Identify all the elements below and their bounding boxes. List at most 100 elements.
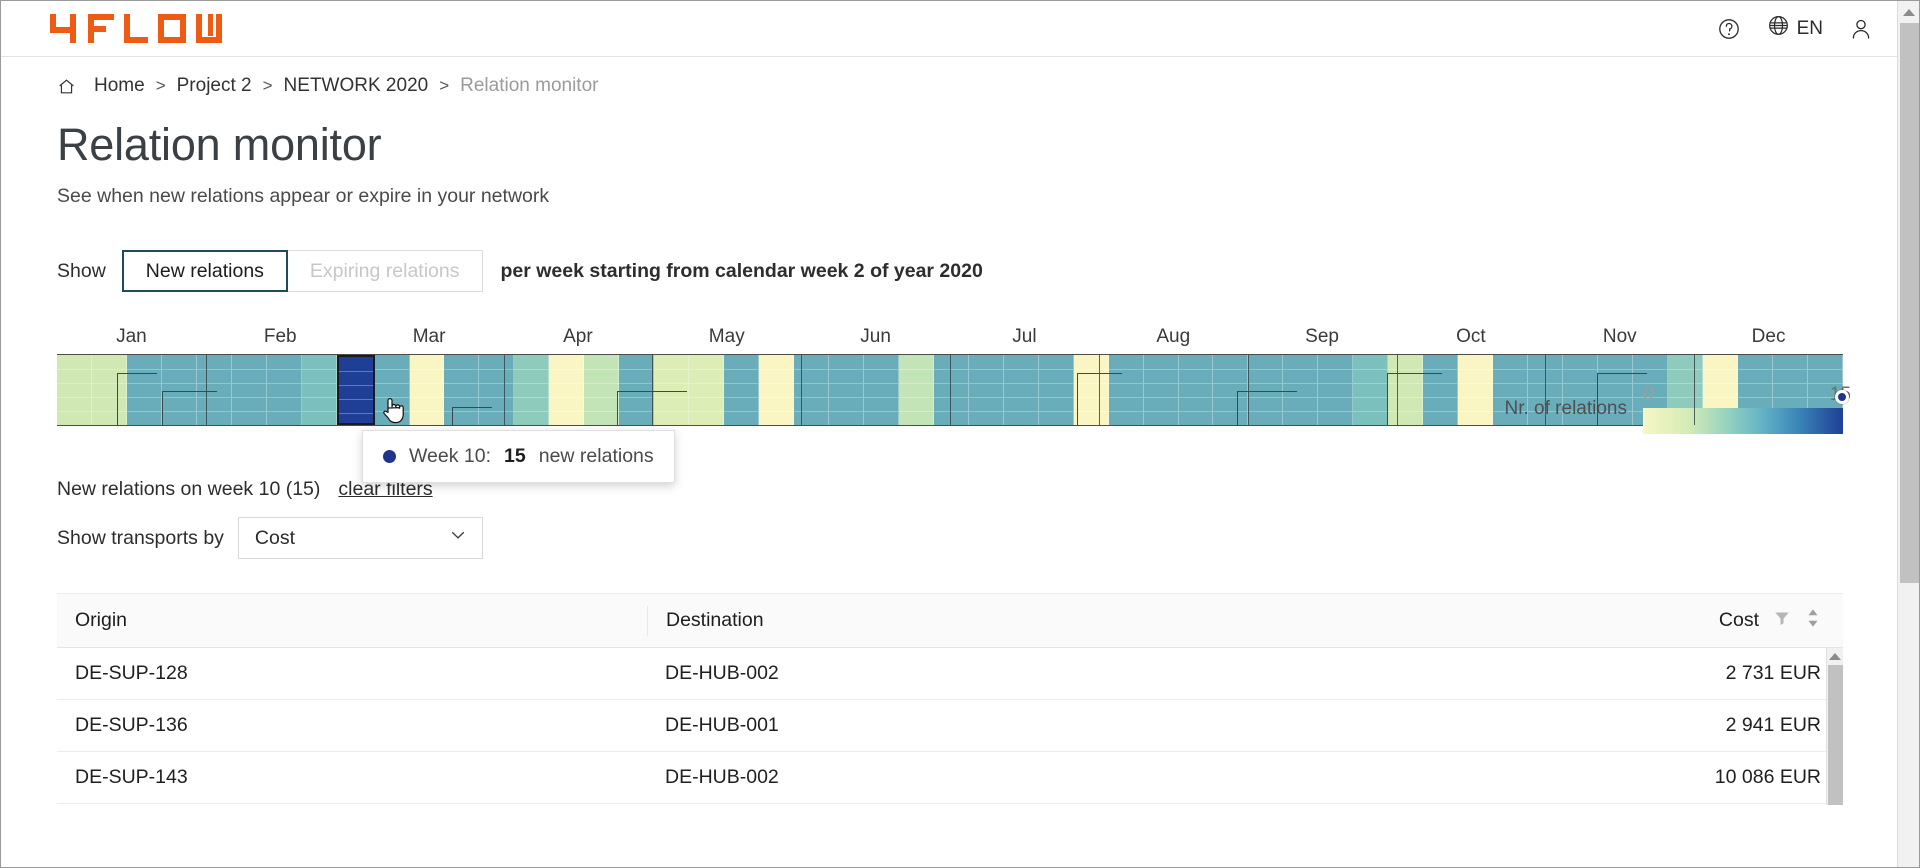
heatmap-cell[interactable] [899, 355, 934, 425]
heatmap-cell[interactable] [127, 355, 162, 425]
heatmap-cell[interactable] [654, 355, 689, 425]
heatmap-step-line [162, 391, 163, 425]
column-header-destination[interactable]: Destination [647, 606, 1227, 636]
tooltip-value: 15 [504, 445, 526, 468]
question-circle-icon[interactable] [1717, 17, 1741, 41]
table-scrollbar[interactable] [1826, 648, 1843, 805]
page-scroll-thumb[interactable] [1900, 23, 1919, 583]
heatmap-cell[interactable] [1074, 355, 1109, 425]
heatmap-step-line [162, 391, 217, 392]
chevron-down-icon [448, 525, 468, 551]
globe-icon [1767, 14, 1790, 43]
brand-logo[interactable] [50, 14, 222, 44]
tooltip-suffix: new relations [539, 445, 654, 468]
breadcrumb-item-network[interactable]: NETWORK 2020 [284, 75, 429, 97]
heatmap-cell[interactable] [1318, 355, 1353, 425]
cell-cost: 2 941 EUR [1227, 714, 1843, 737]
heatmap-cell[interactable] [934, 355, 969, 425]
heatmap-month-label: Jun [860, 326, 891, 348]
cell-origin: DE-SUP-128 [57, 662, 647, 685]
heatmap-month-divider [1099, 355, 1100, 425]
tooltip-dot-icon [383, 450, 396, 463]
heatmap-cell[interactable] [759, 355, 794, 425]
heatmap-cell[interactable] [689, 355, 724, 425]
heatmap-cell[interactable] [969, 355, 1004, 425]
heatmap-cell[interactable] [584, 355, 619, 425]
heatmap-cell[interactable] [57, 355, 92, 425]
heatmap-cell[interactable] [1144, 355, 1179, 425]
heatmap-cell[interactable] [794, 355, 829, 425]
heatmap-cell[interactable] [410, 355, 445, 425]
heatmap-step-line [617, 391, 687, 392]
table-header-row: Origin Destination Cost [57, 594, 1843, 648]
relation-type-toggle: New relations Expiring relations [122, 250, 483, 292]
table-row[interactable]: DE-SUP-143DE-HUB-00210 086 EUR [57, 752, 1843, 804]
heatmap-step-line [1597, 373, 1598, 425]
toggle-expiring-relations[interactable]: Expiring relations [287, 250, 483, 292]
heatmap-cell[interactable] [1283, 355, 1318, 425]
heatmap-cell[interactable] [92, 355, 127, 425]
heatmap-month-label: May [709, 326, 745, 348]
heatmap-step-line [452, 407, 453, 425]
toggle-new-relations[interactable]: New relations [122, 250, 288, 292]
language-selector[interactable]: EN [1767, 14, 1823, 43]
heatmap-month-label: Dec [1752, 326, 1786, 348]
heatmap-cell[interactable] [1248, 355, 1283, 425]
column-header-cost[interactable]: Cost [1227, 608, 1843, 634]
cell-destination: DE-HUB-002 [647, 766, 1227, 789]
heatmap-cell[interactable] [619, 355, 654, 425]
heatmap-step-line [1237, 391, 1238, 425]
heatmap-cell[interactable] [337, 355, 375, 425]
user-icon[interactable] [1849, 17, 1873, 41]
page-scroll-up-arrow-icon[interactable] [1898, 1, 1919, 23]
heatmap-cell[interactable] [1039, 355, 1074, 425]
heatmap-cell[interactable] [302, 355, 337, 425]
table-scroll-thumb[interactable] [1828, 665, 1843, 805]
heatmap-cell[interactable] [1109, 355, 1144, 425]
filter-summary-text: New relations on week 10 (15) [57, 478, 320, 501]
heatmap-month-label: Jan [116, 326, 147, 348]
heatmap-cell[interactable] [197, 355, 232, 425]
heatmap-month-label: Jul [1012, 326, 1036, 348]
show-transports-row: Show transports by Cost [57, 517, 1899, 559]
page-scrollbar[interactable] [1897, 1, 1919, 867]
heatmap-month-divider [504, 355, 505, 425]
breadcrumb-separator: > [439, 76, 449, 96]
heatmap-cell[interactable] [1423, 355, 1458, 425]
table-row[interactable]: DE-SUP-128DE-HUB-0022 731 EUR [57, 648, 1843, 700]
heatmap-month-divider [652, 355, 653, 425]
heatmap-cell[interactable] [864, 355, 899, 425]
heatmap-cell[interactable] [1179, 355, 1214, 425]
legend-gradient-bar[interactable] [1643, 408, 1843, 434]
show-transports-select[interactable]: Cost [238, 517, 483, 559]
legend-slider-handle[interactable] [1834, 382, 1850, 412]
heatmap-month-axis: JanFebMarAprMayJunJulAugSepOctNovDec [57, 320, 1843, 348]
heatmap-cell[interactable] [1213, 355, 1248, 425]
heatmap-cell[interactable] [375, 355, 410, 425]
heatmap-cell[interactable] [724, 355, 759, 425]
heatmap-month-divider [1545, 355, 1546, 425]
show-transports-value: Cost [255, 527, 295, 550]
table-row[interactable]: DE-SUP-136DE-HUB-0012 941 EUR [57, 700, 1843, 752]
heatmap-cell[interactable] [232, 355, 267, 425]
column-header-origin[interactable]: Origin [57, 609, 647, 632]
heatmap-cell[interactable] [1004, 355, 1039, 425]
heatmap-cell[interactable] [1388, 355, 1423, 425]
heatmap-cell[interactable] [267, 355, 302, 425]
heatmap-cell[interactable] [1353, 355, 1388, 425]
breadcrumb-item-project[interactable]: Project 2 [177, 75, 252, 97]
heatmap-cell[interactable] [479, 355, 514, 425]
heatmap-cell[interactable] [444, 355, 479, 425]
show-label: Show [57, 260, 106, 283]
sort-arrows-icon[interactable] [1805, 608, 1821, 634]
heatmap-step-line [117, 373, 118, 425]
breadcrumb-separator: > [263, 76, 273, 96]
funnel-filter-icon[interactable] [1773, 609, 1791, 633]
heatmap-cell[interactable] [1458, 355, 1493, 425]
heatmap-cell[interactable] [549, 355, 584, 425]
heatmap-cell[interactable] [162, 355, 197, 425]
breadcrumb-item-home[interactable]: Home [94, 75, 145, 97]
heatmap-cell[interactable] [829, 355, 864, 425]
heatmap-cell[interactable] [514, 355, 549, 425]
scroll-up-arrow-icon[interactable] [1827, 648, 1843, 665]
